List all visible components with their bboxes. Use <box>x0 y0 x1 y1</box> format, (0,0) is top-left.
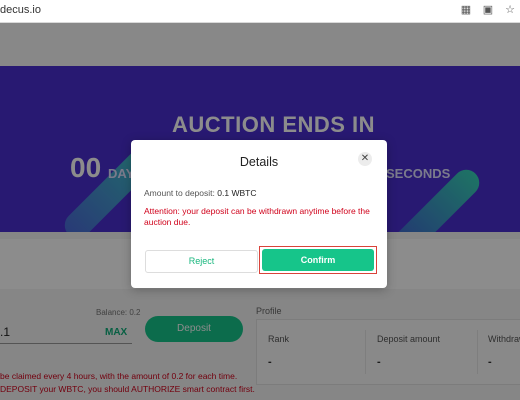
attention-message: Attention: your deposit can be withdrawn… <box>144 206 370 227</box>
browser-icons: ▦ ▣ ☆ <box>460 3 516 16</box>
star-icon[interactable]: ☆ <box>504 3 516 16</box>
close-icon[interactable]: ✕ <box>358 152 372 166</box>
translate-icon[interactable]: ▣ <box>482 3 494 16</box>
qr-code-icon[interactable]: ▦ <box>460 3 472 16</box>
reject-button[interactable]: Reject <box>145 250 258 273</box>
amount-summary: Amount to deposit: 0.1 WBTC <box>144 188 256 198</box>
address-bar[interactable]: decus.io <box>0 4 41 16</box>
dialog-title: Details <box>239 155 279 169</box>
confirm-button[interactable]: Confirm <box>262 249 374 271</box>
browser-toolbar: decus.io ▦ ▣ ☆ <box>0 0 520 23</box>
amount-value: 0.1 WBTC <box>217 188 257 198</box>
amount-label: Amount to deposit: <box>144 188 215 198</box>
details-dialog: Details ✕ Amount to deposit: 0.1 WBTC At… <box>131 140 387 288</box>
